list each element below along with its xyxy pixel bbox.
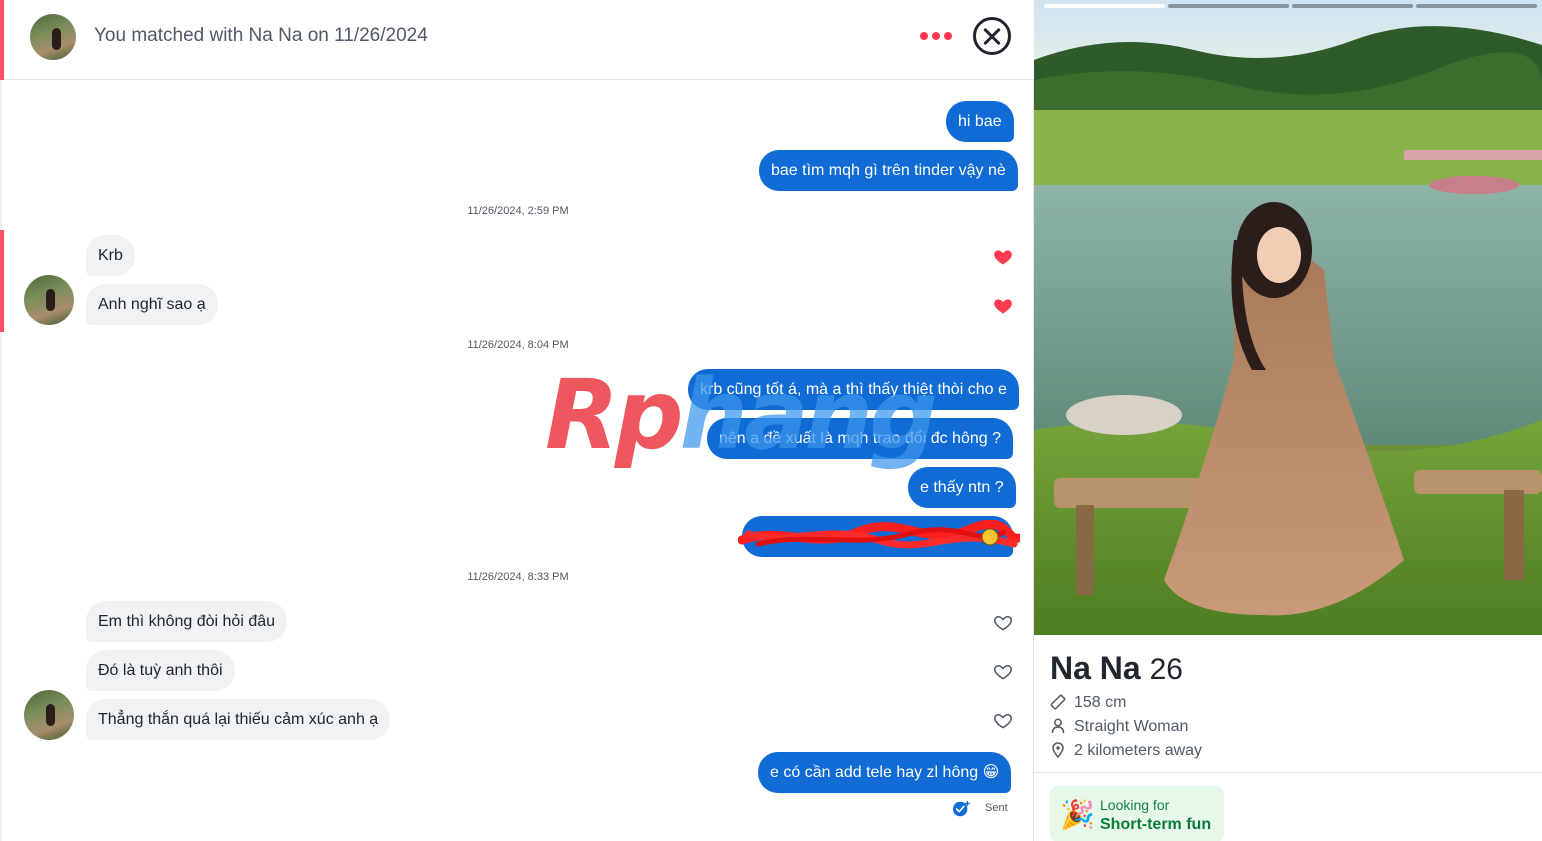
chat-panel: You matched with Na Na on 11/26/2024 hi … (0, 0, 1034, 841)
looking-for-card: 🎉 Looking for Short-term fun (1050, 786, 1224, 841)
height-value: 158 cm (1074, 694, 1127, 711)
profile-name-row: Na Na 26 (1050, 650, 1183, 687)
photo-progress (1292, 4, 1413, 8)
sender-avatar[interactable] (24, 275, 74, 325)
profile-photo-image (1034, 0, 1542, 635)
orientation-value: Straight Woman (1074, 718, 1189, 735)
message-outgoing[interactable]: nên a đề xuất là mqh trao đổi đc hông ? (707, 418, 1013, 459)
chat-left-border (0, 80, 2, 841)
more-dots-icon (920, 32, 928, 40)
looking-for-label: Looking for (1100, 797, 1170, 813)
match-title: You matched with Na Na on 11/26/2024 (94, 25, 428, 46)
heart-filled-icon[interactable] (993, 296, 1013, 316)
heart-outline-icon[interactable] (993, 711, 1013, 731)
delivery-status: Sent (952, 800, 1014, 818)
message-timestamp: 11/26/2024, 2:59 PM (467, 205, 569, 217)
chat-header: You matched with Na Na on 11/26/2024 (0, 0, 1034, 80)
app-window: You matched with Na Na on 11/26/2024 hi … (0, 0, 1542, 841)
person-icon (1051, 718, 1065, 734)
location-pin-icon (1052, 742, 1064, 758)
message-incoming[interactable]: Thẳng thắn quá lại thiếu cảm xúc anh ạ (86, 699, 391, 740)
more-options-button[interactable] (920, 28, 954, 44)
profile-photo[interactable] (1034, 0, 1542, 635)
message-outgoing[interactable]: bae tìm mqh gì trên tinder vậy nè (759, 150, 1018, 191)
close-chat-button[interactable] (973, 17, 1011, 55)
message-outgoing[interactable]: e có cần add tele hay zl hông 😁 (758, 752, 1012, 793)
message-incoming[interactable]: Đó là tuỳ anh thôi (86, 650, 235, 691)
more-dots-icon (944, 32, 952, 40)
redaction-scribble (738, 520, 1020, 549)
looking-for-value: Short-term fun (1100, 816, 1212, 833)
message-incoming[interactable]: Krb (86, 235, 135, 276)
message-incoming[interactable]: Anh nghĩ sao ạ (86, 284, 218, 325)
watermark-part-red: Rp (545, 359, 684, 471)
unread-indicator (0, 230, 4, 332)
heart-filled-icon[interactable] (993, 247, 1013, 267)
heart-outline-icon[interactable] (993, 662, 1013, 682)
match-avatar[interactable] (30, 14, 76, 60)
profile-panel: Na Na 26 158 cm Straight Woman 2 kilomet… (1034, 0, 1542, 841)
message-outgoing[interactable]: hi bae (946, 101, 1014, 142)
party-popper-icon: 🎉 (1060, 798, 1095, 831)
profile-name: Na Na (1050, 650, 1141, 686)
sent-status-label: Sent (985, 802, 1008, 814)
heart-outline-icon[interactable] (993, 613, 1013, 633)
profile-age: 26 (1149, 653, 1183, 686)
message-timestamp: 11/26/2024, 8:04 PM (467, 339, 569, 351)
photo-progress (1168, 4, 1289, 8)
message-outgoing[interactable]: e thấy ntn ? (908, 467, 1016, 508)
distance-value: 2 kilometers away (1074, 742, 1203, 759)
sender-avatar[interactable] (24, 690, 74, 740)
ruler-icon (1050, 694, 1066, 710)
sent-check-icon (953, 801, 970, 817)
header-accent (0, 0, 4, 80)
message-incoming[interactable]: Em thì không đòi hỏi đâu (86, 601, 288, 642)
message-outgoing[interactable]: krb cũng tốt á, mà a thì thấy thiệt thòi… (688, 369, 1019, 410)
message-timestamp: 11/26/2024, 8:33 PM (467, 571, 569, 583)
profile-divider (1034, 772, 1542, 773)
more-dots-icon (932, 32, 940, 40)
photo-progress-active (1044, 4, 1165, 8)
photo-progress (1416, 4, 1537, 8)
